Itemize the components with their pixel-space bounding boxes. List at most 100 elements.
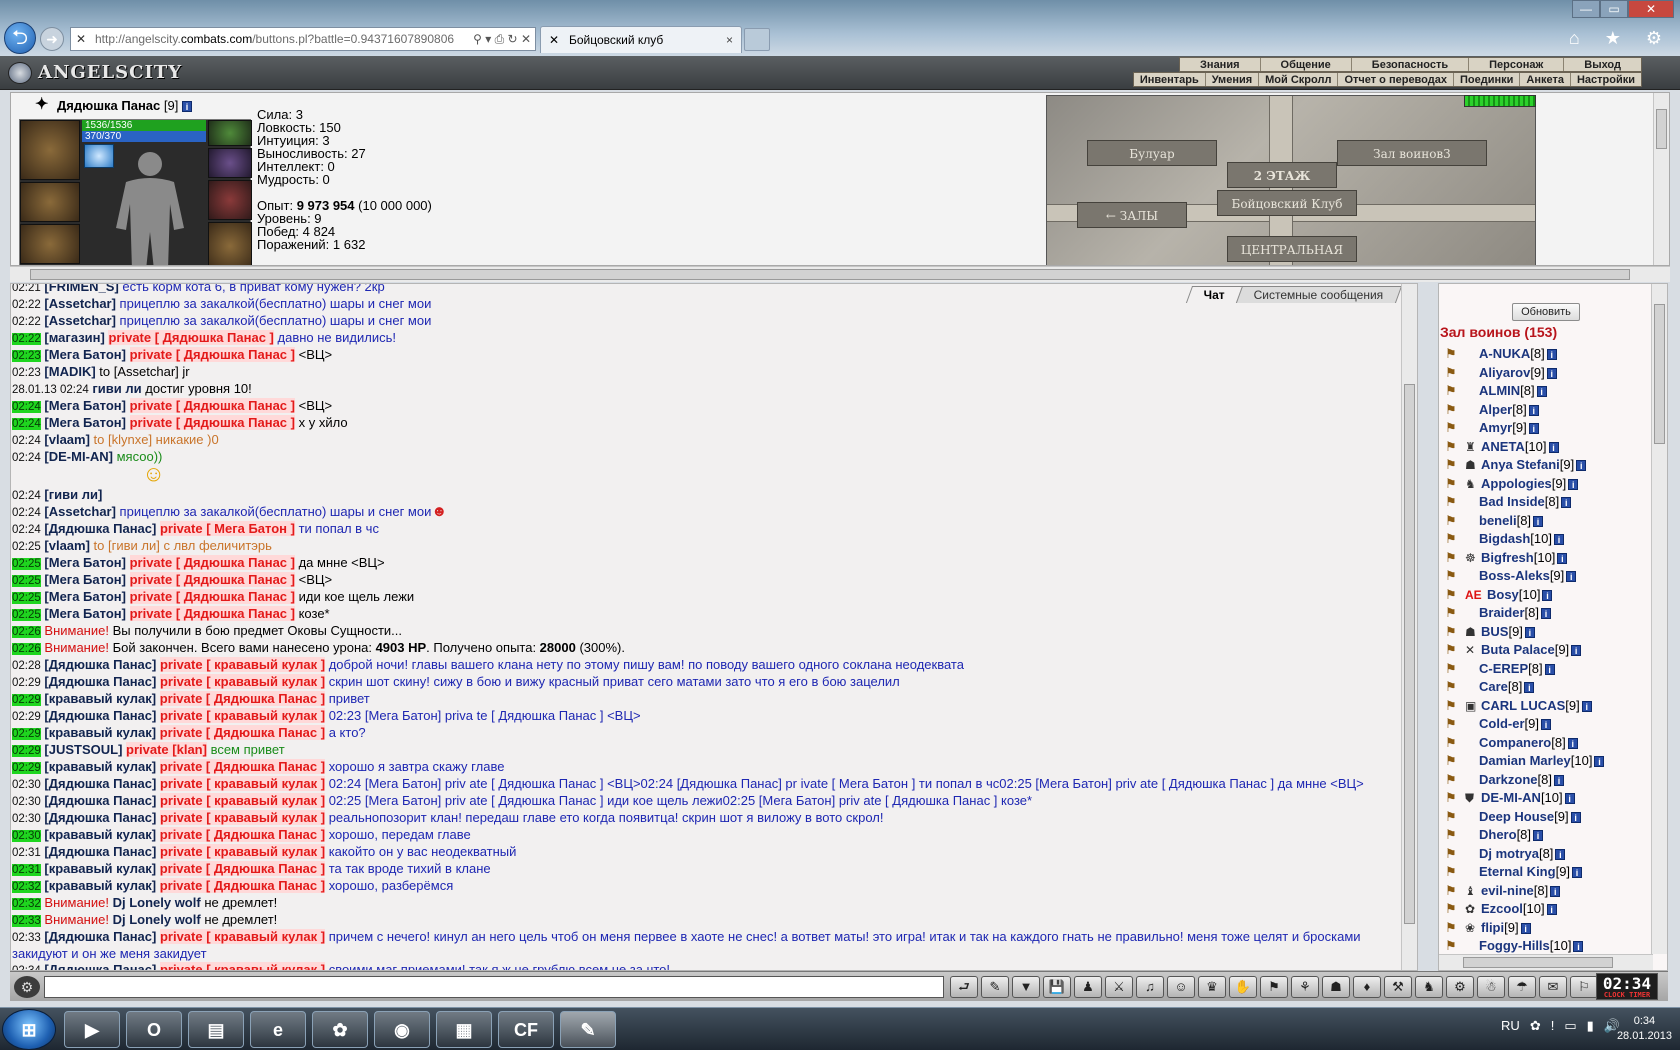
private-target[interactable]: private [ крававый кулак ] xyxy=(159,844,326,859)
hall-scrollbar[interactable] xyxy=(1651,284,1667,954)
warrior-row[interactable]: ⚑ Dhero[8] i xyxy=(1441,826,1646,845)
warrior-row[interactable]: ⚑ Dj motrya[8] i xyxy=(1441,845,1646,864)
warrior-row[interactable]: ⚑ Bigdash[10] i xyxy=(1441,530,1646,549)
warrior-info-icon[interactable]: i xyxy=(1568,478,1579,490)
menu-my-scroll[interactable]: Мой Скролл xyxy=(1259,73,1339,86)
private-target[interactable]: private [ крававый кулак ] xyxy=(159,962,326,970)
message-nick[interactable]: [Дядюшка Панас] xyxy=(44,657,156,672)
warrior-row[interactable]: ⚑ ⛊ DE-MI-AN[10] i xyxy=(1441,789,1646,808)
map-central-link[interactable]: ЦЕНТРАЛЬНАЯ xyxy=(1227,236,1357,262)
warrior-info-icon[interactable]: i xyxy=(1546,367,1557,379)
message-nick[interactable]: [Мега Батон] xyxy=(44,415,126,430)
warrior-name[interactable]: BUS xyxy=(1481,624,1508,639)
taskbar-app-icon[interactable]: ✿ xyxy=(312,1011,368,1048)
taskbar-app-icon[interactable]: O xyxy=(126,1011,182,1048)
menu-settings[interactable]: Настройки xyxy=(1571,73,1641,86)
message-nick[interactable]: [Мега Батон] xyxy=(44,606,126,621)
warrior-name[interactable]: Dhero xyxy=(1479,827,1517,842)
private-target[interactable]: private [ Дядюшка Панас ] xyxy=(159,827,326,842)
warrior-row[interactable]: ⚑ Care[8] i xyxy=(1441,678,1646,697)
menu-security[interactable]: Безопасность xyxy=(1352,58,1470,71)
menu-transfer-report[interactable]: Отчет о переводах xyxy=(1338,73,1454,86)
character-name[interactable]: ✦ Дядюшка Панас [9] i xyxy=(35,96,192,113)
warrior-info-icon[interactable]: i xyxy=(1542,589,1553,601)
menu-communication[interactable]: Общение xyxy=(1261,58,1352,71)
chat-tool-icon[interactable]: ✉ xyxy=(1539,976,1567,998)
warrior-row[interactable]: ⚑ A-NUKA[8] i xyxy=(1441,345,1646,364)
home-favorites-settings-icons[interactable]: ⌂ ★ ⚙ xyxy=(1569,28,1672,49)
warrior-name[interactable]: Buta Palace xyxy=(1481,642,1555,657)
warrior-row[interactable]: ⚑ Amyr[9] i xyxy=(1441,419,1646,438)
warrior-info-icon[interactable]: i xyxy=(1540,719,1551,731)
gloves-slot[interactable] xyxy=(208,180,252,220)
private-target[interactable]: private [ Дядюшка Панас ] xyxy=(129,589,295,604)
warrior-name[interactable]: Foggy-Hills xyxy=(1479,938,1550,953)
char-panel-hscrollbar[interactable] xyxy=(10,266,1670,282)
message-nick[interactable]: [Дядюшка Панас] xyxy=(44,708,156,723)
warrior-name[interactable]: beneli xyxy=(1479,513,1517,528)
warrior-info-icon[interactable]: i xyxy=(1594,756,1605,768)
warrior-row[interactable]: ⚑ beneli[8] i xyxy=(1441,512,1646,531)
warrior-row[interactable]: ⚑ ☸ Bigfresh[10] i xyxy=(1441,549,1646,568)
warrior-info-icon[interactable]: i xyxy=(1528,404,1539,416)
warrior-row[interactable]: ⚑ ♞ Appologies[9] i xyxy=(1441,475,1646,494)
refresh-button[interactable]: Обновить xyxy=(1512,303,1580,321)
warrior-info-icon[interactable]: i xyxy=(1564,793,1575,805)
warrior-info-icon[interactable]: i xyxy=(1550,885,1561,897)
warrior-name[interactable]: Alper xyxy=(1479,402,1512,417)
warrior-name[interactable]: A-NUKA xyxy=(1479,346,1530,361)
menu-inventory[interactable]: Инвентарь xyxy=(1134,73,1206,86)
warrior-info-icon[interactable]: i xyxy=(1553,534,1564,546)
message-nick[interactable]: [крававый кулак] xyxy=(44,878,156,893)
start-button[interactable]: ⊞ xyxy=(2,1009,56,1050)
forward-button[interactable]: ➜ xyxy=(40,27,64,51)
message-nick[interactable]: [Дядюшка Панас] xyxy=(44,793,156,808)
warrior-info-icon[interactable]: i xyxy=(1554,774,1564,786)
chat-tool-icon[interactable]: ♛ xyxy=(1198,976,1226,998)
message-nick[interactable]: [Мега Батон] xyxy=(44,555,126,570)
taskbar-app-icon[interactable]: ▦ xyxy=(436,1011,492,1048)
warrior-row[interactable]: ⚑ Darkzone[8] i xyxy=(1441,771,1646,790)
taskbar-app-icon[interactable]: e xyxy=(250,1011,306,1048)
warrior-row[interactable]: ⚑ ✕ Buta Palace[9] i xyxy=(1441,641,1646,660)
warrior-info-icon[interactable]: i xyxy=(1567,737,1578,749)
taskbar-app-icon[interactable]: ▤ xyxy=(188,1011,244,1048)
tab-system-messages[interactable]: Системные сообщения xyxy=(1236,286,1403,303)
warrior-name[interactable]: Cold-er xyxy=(1479,716,1525,731)
warrior-row[interactable]: ⚑ Foggy-Hills[10] i xyxy=(1441,937,1646,956)
rings-slot[interactable] xyxy=(208,148,252,178)
close-window-button[interactable]: ✕ xyxy=(1628,0,1674,18)
warrior-row[interactable]: ⚑ Alper[8] i xyxy=(1441,401,1646,420)
warrior-info-icon[interactable]: i xyxy=(1533,830,1544,842)
menu-duels[interactable]: Поединки xyxy=(1454,73,1521,86)
message-nick[interactable]: [vlaam] xyxy=(44,432,90,447)
chat-tool-icon[interactable]: ▼ xyxy=(1012,976,1040,998)
address-bar[interactable]: ✕ http://angelscity.combats.com/buttons.… xyxy=(70,27,536,51)
char-panel-scrollbar[interactable] xyxy=(1653,93,1669,265)
chat-tool-icon[interactable]: ♦ xyxy=(1353,976,1381,998)
warrior-name[interactable]: Dj motrya xyxy=(1479,846,1539,861)
warrior-name[interactable]: Darkzone xyxy=(1479,772,1538,787)
message-nick[interactable]: [Дядюшка Панас] xyxy=(44,674,156,689)
chat-tool-icon[interactable]: ♟ xyxy=(1074,976,1102,998)
warrior-info-icon[interactable]: i xyxy=(1524,626,1535,638)
warrior-info-icon[interactable]: i xyxy=(1573,941,1584,953)
private-target[interactable]: private [ Дядюшка Панас ] xyxy=(129,606,295,621)
message-nick[interactable]: [Assetchar] xyxy=(44,504,116,519)
warrior-info-icon[interactable]: i xyxy=(1541,608,1551,620)
message-nick[interactable]: [Мега Батон] xyxy=(44,347,126,362)
menu-exit[interactable]: Выход xyxy=(1564,58,1641,71)
tray-icon[interactable]: ✿ xyxy=(1530,1018,1541,1034)
warrior-row[interactable]: ⚑ ▣ CARL LUCAS[9] i xyxy=(1441,697,1646,716)
private-target[interactable]: private [klan] xyxy=(126,742,207,757)
menu-skills[interactable]: Умения xyxy=(1206,73,1260,86)
warrior-name[interactable]: evil-nine xyxy=(1481,883,1534,898)
private-target[interactable]: private [ Дядюшка Панас ] xyxy=(159,878,326,893)
chat-tool-icon[interactable]: 💾 xyxy=(1043,976,1071,998)
tab-chat[interactable]: Чат xyxy=(1185,286,1243,303)
earrings-slot[interactable] xyxy=(208,120,252,146)
message-nick[interactable]: [FRIMEN_S] xyxy=(44,284,118,294)
warrior-name[interactable]: Bigfresh xyxy=(1481,550,1534,565)
chat-tool-icon[interactable]: ⚒ xyxy=(1384,976,1412,998)
warrior-name[interactable]: Aliyarov xyxy=(1479,365,1530,380)
